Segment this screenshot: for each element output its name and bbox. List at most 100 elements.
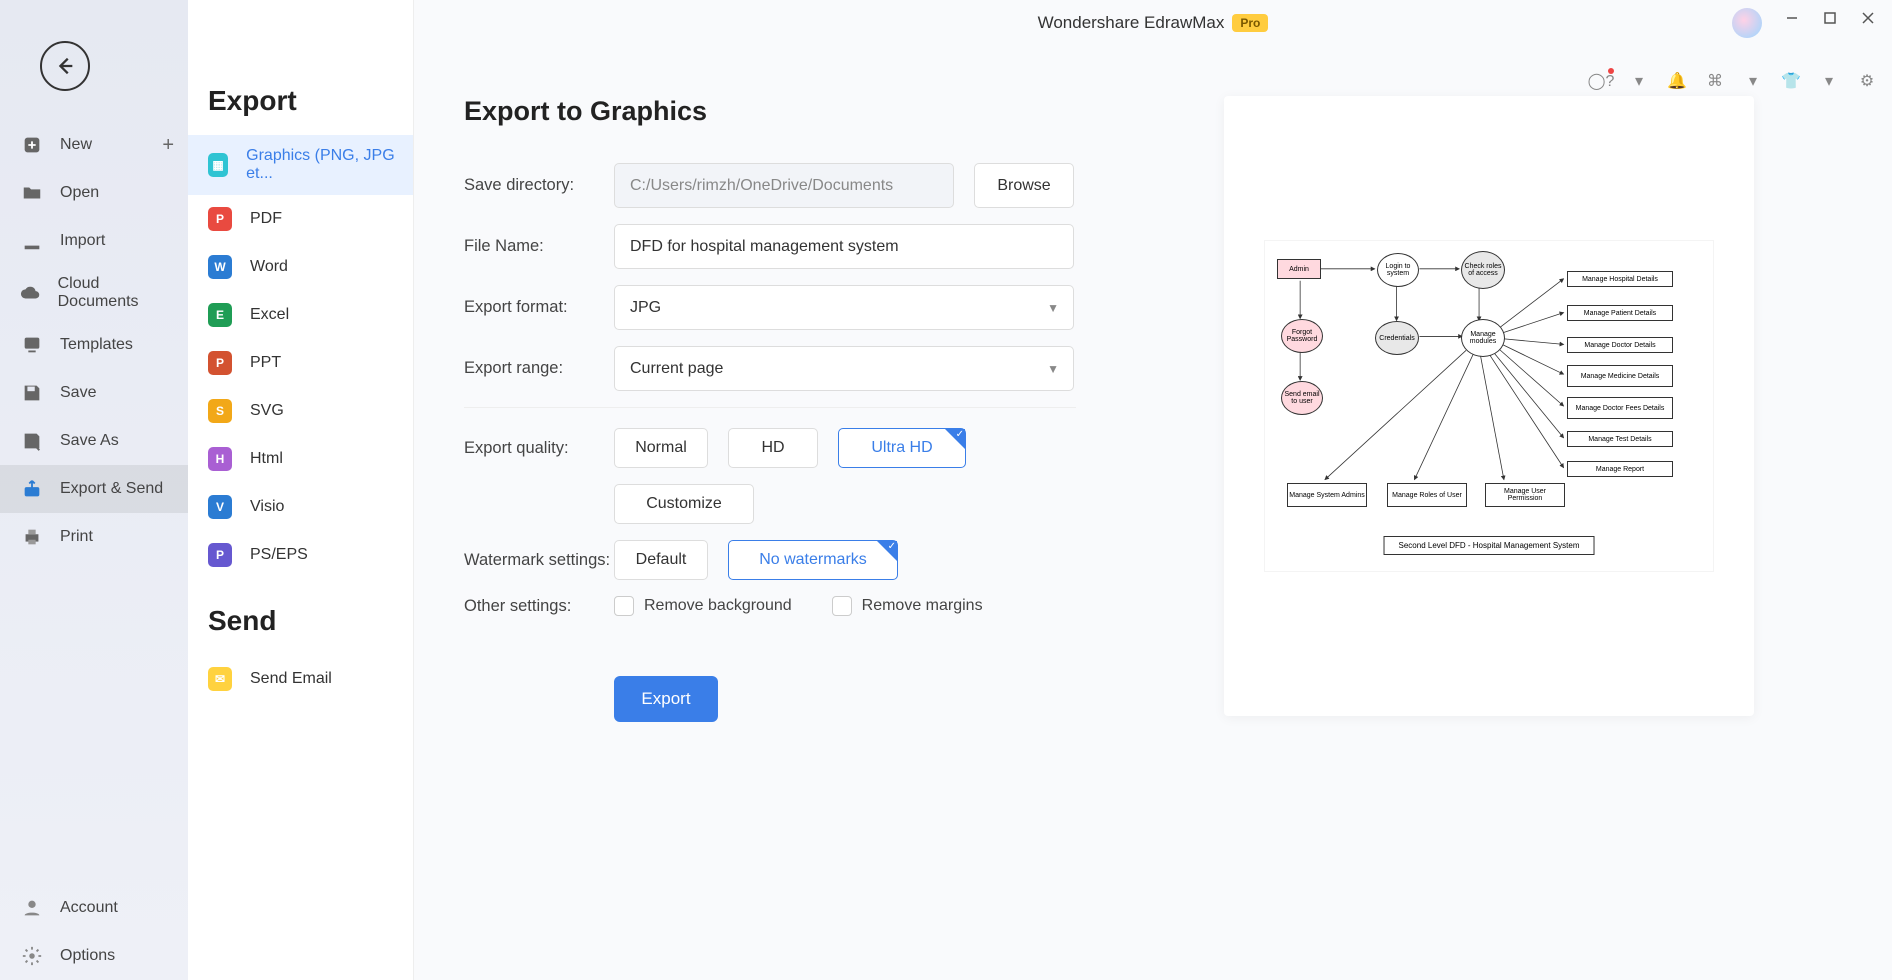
export-type-visio[interactable]: VVisio (188, 483, 413, 531)
main-area: Wondershare EdrawMax Pro ◯? ▾ 🔔 ⌘ ▾ 👕 ▾ … (414, 0, 1892, 980)
maximize-button[interactable] (1820, 8, 1840, 28)
nav-item-print[interactable]: Print (0, 513, 188, 561)
nav-item-new[interactable]: New+ (0, 121, 188, 169)
visio-icon: V (208, 495, 232, 519)
browse-button[interactable]: Browse (974, 163, 1074, 208)
export-range-select[interactable]: Current page▼ (614, 346, 1074, 391)
chevron-down-icon[interactable]: ▾ (1818, 70, 1840, 92)
export-heading: Export (188, 85, 413, 135)
file-name-label: File Name: (464, 237, 614, 256)
html-icon: H (208, 447, 232, 471)
export-type-img[interactable]: ▦Graphics (PNG, JPG et... (188, 135, 413, 195)
chevron-down-icon[interactable]: ▾ (1742, 70, 1764, 92)
quality-customize-button[interactable]: Customize (614, 484, 754, 524)
dfd-node-cred: Credentials (1375, 321, 1419, 355)
file-name-input[interactable]: DFD for hospital management system (614, 224, 1074, 269)
dfd-node-b3: Manage User Permission (1485, 483, 1565, 507)
dfd-node-r5: Manage Doctor Fees Details (1567, 397, 1673, 419)
check-icon (877, 541, 897, 561)
dfd-node-forgot: Forgot Password (1281, 319, 1323, 353)
dfd-node-b2: Manage Roles of User (1387, 483, 1467, 507)
dfd-node-login: Login to system (1377, 253, 1419, 287)
export-type-mail[interactable]: ✉Send Email (188, 655, 413, 703)
minimize-button[interactable] (1782, 8, 1802, 28)
pdf-icon: P (208, 207, 232, 231)
help-icon[interactable]: ◯? (1590, 70, 1612, 92)
export-type-ppt[interactable]: PPPT (188, 339, 413, 387)
dfd-node-sendemail: Send email to user (1281, 381, 1323, 415)
export-type-ps[interactable]: PPS/EPS (188, 531, 413, 579)
mail-icon: ✉ (208, 667, 232, 691)
nav-item-account[interactable]: Account (0, 884, 188, 932)
remove-background-checkbox[interactable]: Remove background (614, 596, 792, 616)
cloud-documents-icon (18, 279, 44, 307)
arrow-left-icon (54, 55, 76, 77)
quality-hd-button[interactable]: HD (728, 428, 818, 468)
check-icon (945, 429, 965, 449)
gear-icon[interactable]: ⚙ (1856, 70, 1878, 92)
nav-item-open[interactable]: Open (0, 169, 188, 217)
export-quality-label: Export quality: (464, 439, 614, 458)
export-type-svg[interactable]: SSVG (188, 387, 413, 435)
bell-icon[interactable]: 🔔 (1666, 70, 1688, 92)
save-directory-label: Save directory: (464, 176, 614, 195)
chevron-down-icon[interactable]: ▾ (1628, 70, 1650, 92)
quality-ultrahd-button[interactable]: Ultra HD (838, 428, 966, 468)
ps-icon: P (208, 543, 232, 567)
plus-icon[interactable]: + (162, 134, 174, 157)
primary-sidebar: New+OpenImportCloud DocumentsTemplatesSa… (0, 0, 188, 980)
tshirt-icon[interactable]: 👕 (1780, 70, 1802, 92)
dfd-node-r6: Manage Test Details (1567, 431, 1673, 447)
export-type-excel[interactable]: EExcel (188, 291, 413, 339)
nav-item-cloud-documents[interactable]: Cloud Documents (0, 265, 188, 321)
dfd-node-admin: Admin (1277, 259, 1321, 279)
dfd-node-r3: Manage Doctor Details (1567, 337, 1673, 353)
nav-item-save[interactable]: Save (0, 369, 188, 417)
export-send-icon (18, 475, 46, 503)
header-toolbar: ◯? ▾ 🔔 ⌘ ▾ 👕 ▾ ⚙ (1590, 70, 1878, 92)
chevron-down-icon: ▼ (1047, 301, 1059, 315)
nav-item-templates[interactable]: Templates (0, 321, 188, 369)
app-title: Wondershare EdrawMax (1038, 13, 1225, 33)
dfd-node-r2: Manage Patient Details (1567, 305, 1673, 321)
account-icon (18, 894, 46, 922)
word-icon: W (208, 255, 232, 279)
export-format-select[interactable]: JPG▼ (614, 285, 1074, 330)
excel-icon: E (208, 303, 232, 327)
preview-card: Admin Login to system Check roles of acc… (1224, 96, 1754, 716)
open-icon (18, 179, 46, 207)
watermark-label: Watermark settings: (464, 551, 614, 570)
dfd-node-roles: Check roles of access (1461, 251, 1505, 289)
quality-normal-button[interactable]: Normal (614, 428, 708, 468)
templates-icon (18, 331, 46, 359)
dfd-node-modules: Manage modules (1461, 319, 1505, 357)
options-icon (18, 942, 46, 970)
save-as-icon (18, 427, 46, 455)
nav-item-import[interactable]: Import (0, 217, 188, 265)
export-type-html[interactable]: HHtml (188, 435, 413, 483)
img-icon: ▦ (208, 153, 228, 177)
nav-item-export-send[interactable]: Export & Send (0, 465, 188, 513)
svg-icon: S (208, 399, 232, 423)
page-title: Export to Graphics (464, 96, 1184, 127)
export-button[interactable]: Export (614, 676, 718, 722)
remove-margins-checkbox[interactable]: Remove margins (832, 596, 983, 616)
shortcuts-icon[interactable]: ⌘ (1704, 70, 1726, 92)
dfd-node-r4: Manage Medicine Details (1567, 365, 1673, 387)
export-type-word[interactable]: WWord (188, 243, 413, 291)
watermark-none-button[interactable]: No watermarks (728, 540, 898, 580)
nav-item-save-as[interactable]: Save As (0, 417, 188, 465)
send-heading: Send (188, 605, 413, 655)
print-icon (18, 523, 46, 551)
other-settings-label: Other settings: (464, 597, 614, 616)
preview-panel: Admin Login to system Check roles of acc… (1184, 46, 1892, 980)
back-button[interactable] (40, 41, 90, 91)
watermark-default-button[interactable]: Default (614, 540, 708, 580)
close-button[interactable] (1858, 8, 1878, 28)
export-type-pdf[interactable]: PPDF (188, 195, 413, 243)
save-directory-input[interactable]: C:/Users/rimzh/OneDrive/Documents (614, 163, 954, 208)
nav-item-options[interactable]: Options (0, 932, 188, 980)
dfd-node-r1: Manage Hospital Details (1567, 271, 1673, 287)
ppt-icon: P (208, 351, 232, 375)
user-avatar[interactable] (1732, 8, 1762, 38)
